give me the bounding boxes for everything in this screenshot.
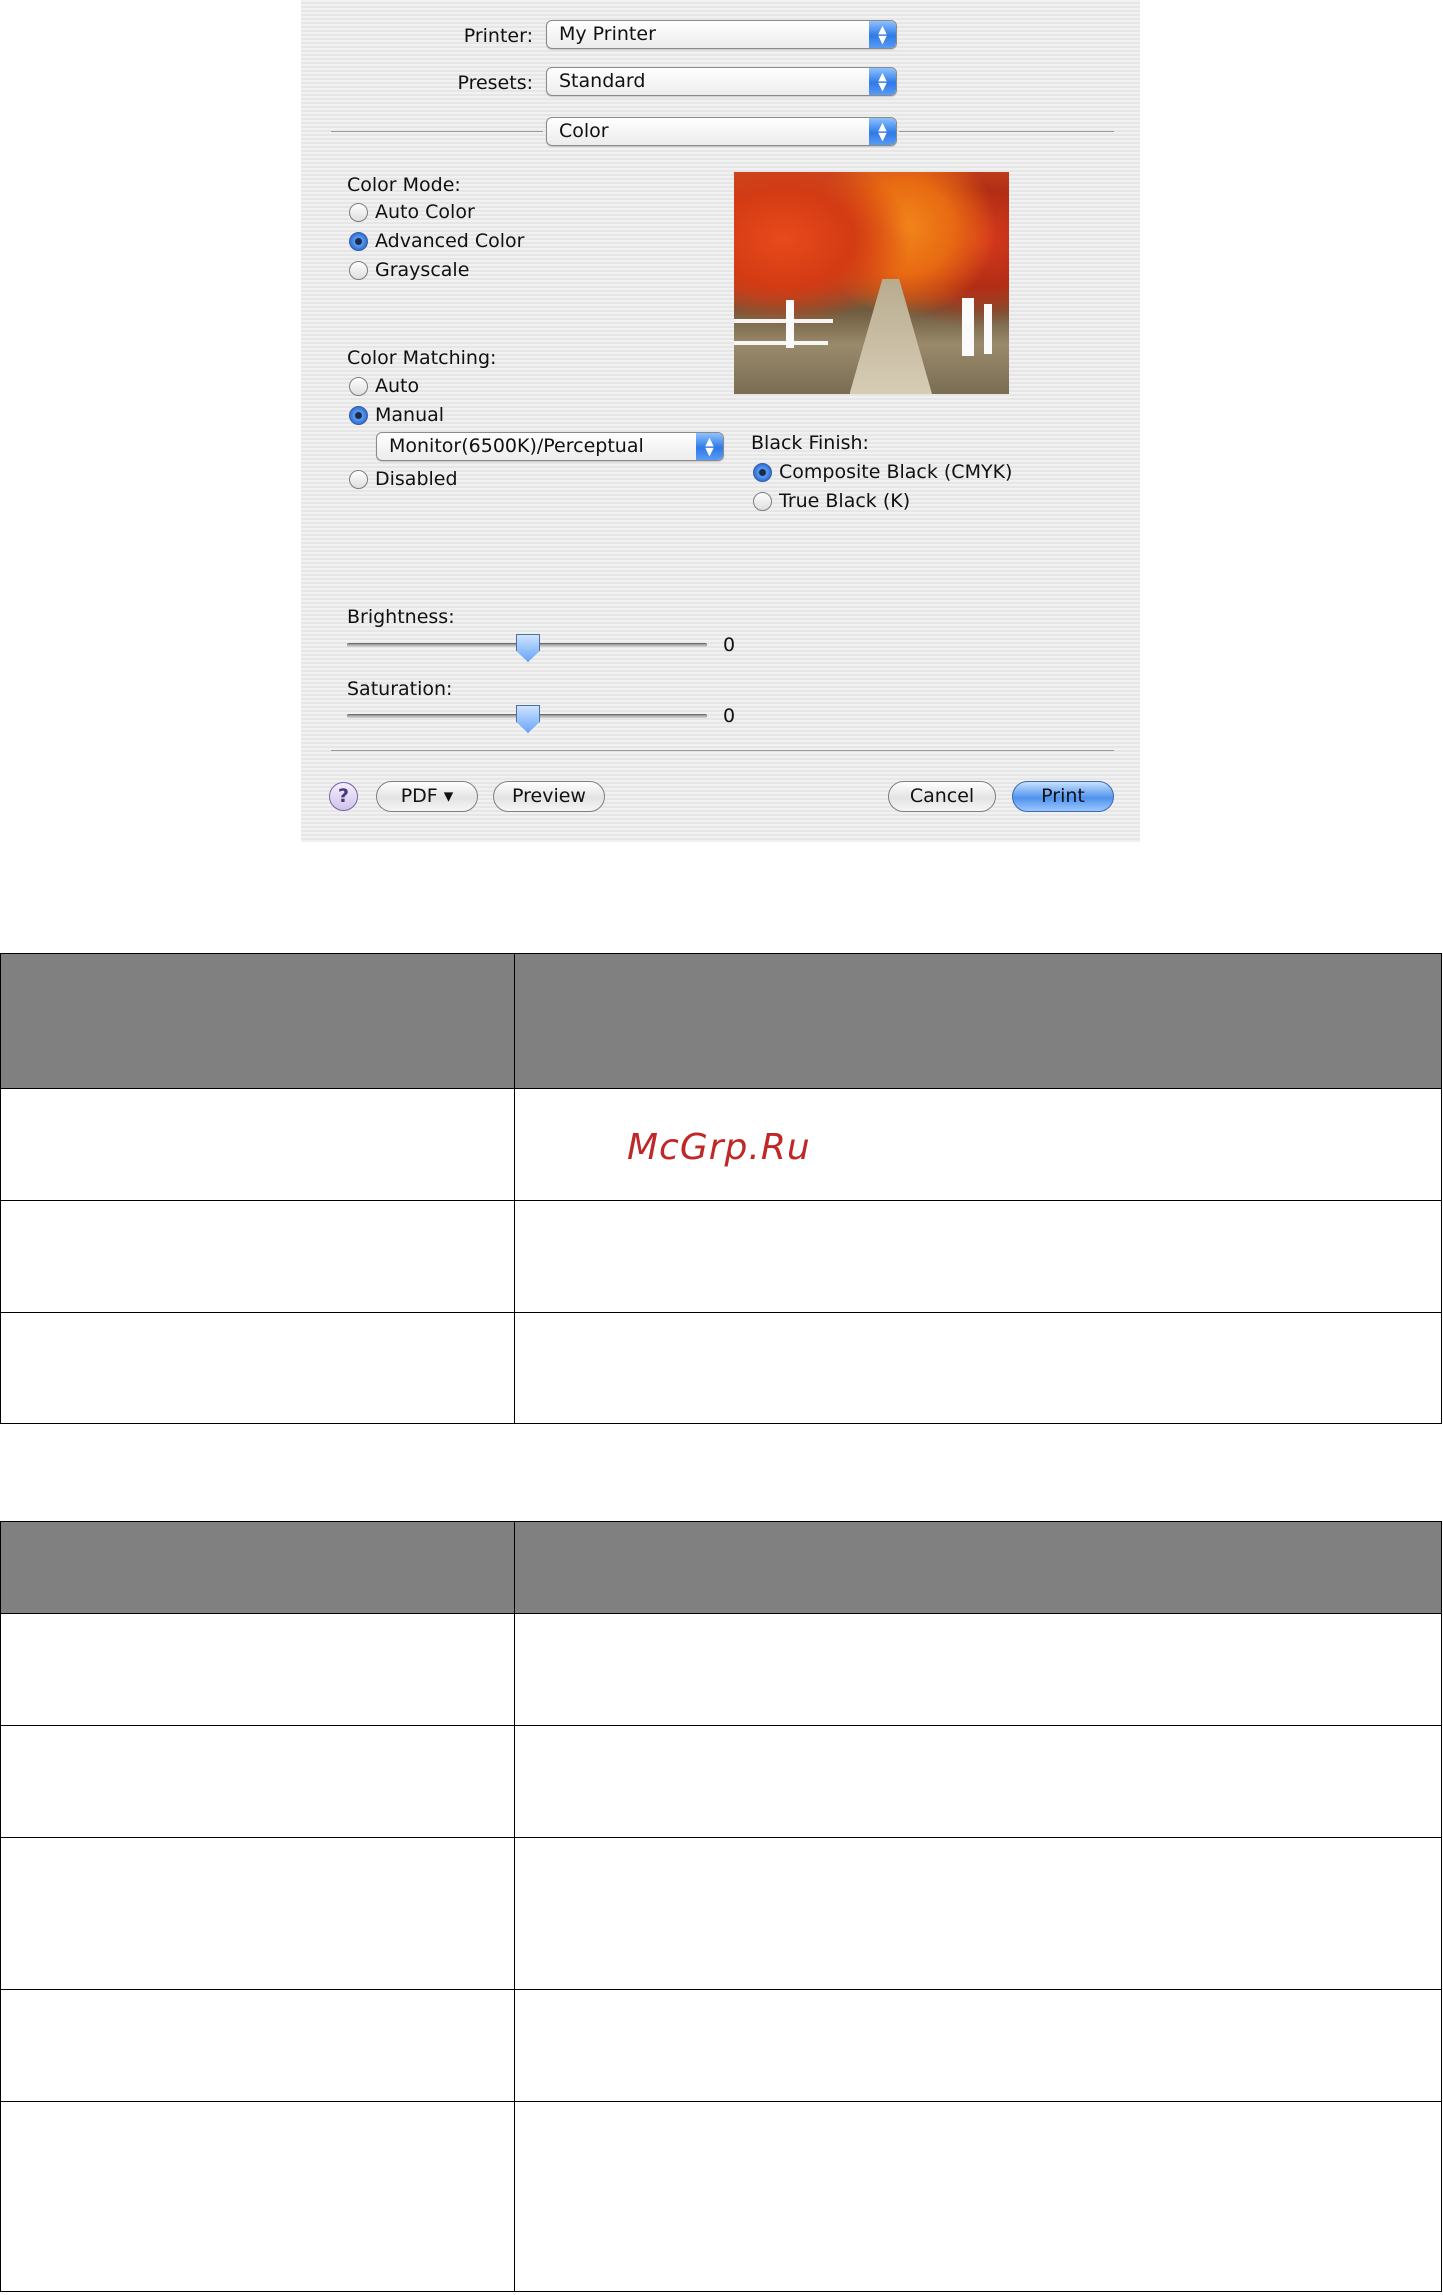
panel-popup[interactable]: Color ▲ ▼ (546, 117, 897, 146)
print-button[interactable]: Print (1012, 781, 1114, 812)
table-row (0, 1989, 1443, 2102)
table-cell (0, 2101, 515, 2292)
table-cell (0, 1837, 515, 1990)
popup-arrows-icon: ▲ ▼ (869, 118, 896, 145)
table-cell (0, 1725, 515, 1838)
radio-grayscale[interactable] (349, 261, 368, 280)
black-finish-label: Black Finish: (751, 432, 869, 454)
table-cell (513, 1613, 1443, 1726)
table-cell (0, 1989, 515, 2102)
cancel-button[interactable]: Cancel (888, 781, 996, 812)
table-cell (513, 1200, 1443, 1313)
print-dialog: Printer: My Printer ▲ ▼ Presets: Standard… (301, 0, 1140, 842)
table-header-row (0, 953, 1443, 1089)
color-matching-label: Color Matching: (347, 347, 497, 369)
table-cell (513, 1312, 1443, 1424)
table-cell (0, 1613, 515, 1726)
table-header-cell (513, 1521, 1443, 1614)
pdf-button[interactable]: PDF ▾ (376, 781, 478, 812)
preview-fence-post (962, 298, 974, 356)
popup-arrows-icon: ▲ ▼ (869, 21, 896, 48)
printer-label: Printer: (463, 25, 533, 47)
bottom-separator (331, 750, 1114, 751)
brightness-slider-thumb[interactable] (516, 634, 540, 662)
preview-road (849, 278, 932, 394)
preview-fence-post (786, 300, 794, 348)
table-cell (0, 1200, 515, 1313)
table-row (0, 1837, 1443, 1990)
table-cell (513, 1725, 1443, 1838)
brightness-label: Brightness: (347, 606, 455, 628)
table-header-cell (0, 1521, 515, 1614)
panel-value: Color (559, 120, 609, 142)
radio-true-black-label[interactable]: True Black (K) (779, 490, 910, 512)
table-cell (513, 1837, 1443, 1990)
table-cell (513, 1989, 1443, 2102)
radio-true-black[interactable] (753, 492, 772, 511)
radio-advanced-color[interactable] (349, 232, 368, 251)
preview-fence-rail (734, 340, 828, 345)
popup-arrows-icon: ▲ ▼ (696, 433, 723, 460)
watermark-text: McGrp.Ru (627, 1127, 811, 1168)
radio-composite-black[interactable] (753, 463, 772, 482)
help-button[interactable]: ? (329, 782, 358, 811)
printer-value: My Printer (559, 23, 656, 45)
settings-table-2 (0, 1521, 1443, 2292)
table-row (0, 1613, 1443, 1726)
radio-grayscale-label[interactable]: Grayscale (375, 259, 469, 281)
saturation-label: Saturation: (347, 678, 453, 700)
color-mode-label: Color Mode: (347, 174, 461, 196)
color-preview-image (734, 172, 1009, 394)
radio-matching-auto[interactable] (349, 377, 368, 396)
radio-composite-black-label[interactable]: Composite Black (CMYK) (779, 461, 1012, 483)
panel-separator-right (899, 131, 1114, 132)
presets-label: Presets: (457, 72, 533, 94)
radio-advanced-color-label[interactable]: Advanced Color (375, 230, 525, 252)
table-header-cell (513, 953, 1443, 1089)
brightness-value: 0 (723, 634, 736, 656)
profile-value: Monitor(6500K)/Perceptual (389, 435, 644, 457)
table-row (0, 1312, 1443, 1424)
table-cell (513, 2101, 1443, 2292)
table-header-cell (0, 953, 515, 1089)
presets-popup[interactable]: Standard ▲ ▼ (546, 67, 897, 96)
table-row (0, 2101, 1443, 2292)
profile-popup[interactable]: Monitor(6500K)/Perceptual ▲ ▼ (376, 432, 724, 461)
table-row (0, 1725, 1443, 1838)
radio-matching-disabled[interactable] (349, 470, 368, 489)
table-cell (0, 1312, 515, 1424)
saturation-slider-thumb[interactable] (516, 705, 540, 733)
presets-value: Standard (559, 70, 646, 92)
radio-auto-color[interactable] (349, 203, 368, 222)
preview-button[interactable]: Preview (493, 781, 605, 812)
preview-fence-post (984, 304, 992, 354)
table-row (0, 1200, 1443, 1313)
table-header-row (0, 1521, 1443, 1614)
preview-fence-rail (734, 318, 833, 323)
radio-matching-manual[interactable] (349, 406, 368, 425)
saturation-value: 0 (723, 705, 736, 727)
radio-matching-auto-label[interactable]: Auto (375, 375, 419, 397)
radio-auto-color-label[interactable]: Auto Color (375, 201, 475, 223)
table-cell (0, 1088, 515, 1201)
settings-table-1 (0, 953, 1443, 1424)
popup-arrows-icon: ▲ ▼ (869, 68, 896, 95)
panel-separator-left (331, 131, 543, 132)
radio-matching-disabled-label[interactable]: Disabled (375, 468, 458, 490)
radio-matching-manual-label[interactable]: Manual (375, 404, 444, 426)
printer-popup[interactable]: My Printer ▲ ▼ (546, 20, 897, 49)
